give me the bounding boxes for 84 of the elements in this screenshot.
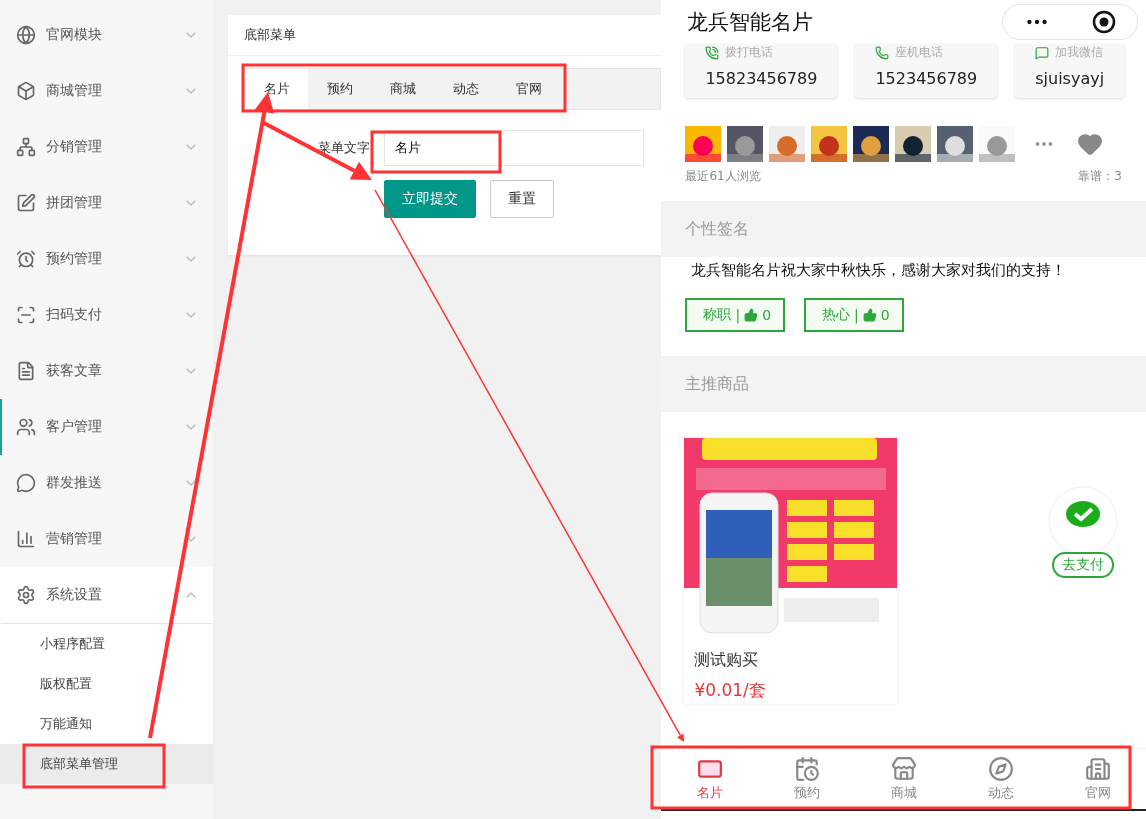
signature-text: 龙兵智能名片祝大家中秋快乐，感谢大家对我们的支持！ [690, 260, 1068, 280]
tab[interactable]: 名片 [245, 69, 309, 109]
sidebar-item[interactable]: 系统设置 [0, 567, 214, 624]
separator: | [735, 307, 741, 323]
contact-label: 拨打电话 [725, 44, 774, 61]
sidebar-label: 系统设置 [46, 586, 103, 604]
building-icon [1084, 756, 1111, 782]
section-heading: 个性签名 [661, 201, 1146, 257]
sidebar-label: 群发推送 [46, 474, 103, 492]
sidebar-label: 官网模块 [46, 26, 103, 44]
app-title: 龙兵智能名片 [687, 9, 814, 36]
rating: 靠谱：3 [1078, 168, 1122, 185]
bottom-tab[interactable]: 名片 [661, 749, 759, 809]
settings-icon [16, 585, 36, 605]
menu-text-field[interactable]: 名片 [384, 130, 645, 166]
square-icon [16, 193, 36, 213]
sidebar-label: 客户管理 [46, 418, 103, 436]
contact-value: 15823456789 [705, 69, 818, 88]
store-icon [890, 756, 917, 782]
document-icon [16, 361, 36, 381]
like-label: 热心 [822, 306, 851, 324]
sidebar-subitem[interactable]: 底部菜单管理 [0, 744, 214, 784]
sidebar-item[interactable]: 获客文章 [0, 343, 214, 399]
tab[interactable]: 预约 [308, 69, 372, 109]
tab[interactable]: 官网 [497, 69, 561, 109]
contact-card[interactable]: 座机电话 1523456789 [855, 44, 998, 98]
sidebar-item[interactable]: 官网模块 [0, 7, 214, 63]
separator: | [854, 307, 859, 323]
sidebar-item[interactable]: 营销管理 [0, 511, 214, 567]
chat-icon [1035, 45, 1050, 60]
sidebar-label: 拼团管理 [46, 194, 103, 212]
sidebar-label: 商城管理 [46, 82, 103, 100]
heart-icon[interactable] [1077, 131, 1104, 157]
sidebar-item[interactable]: 扫码支付 [0, 287, 214, 343]
sidebar-label: 预约管理 [46, 250, 103, 268]
product-name: 测试购买 [693, 649, 760, 671]
sidebar-item[interactable]: 拼团管理 [0, 175, 214, 231]
contact-label: 座机电话 [895, 44, 944, 61]
contact-value: sjuisyayj [1035, 69, 1105, 88]
visitor-count: 最近61人浏览 [685, 168, 761, 185]
users-icon [16, 417, 36, 437]
tab[interactable]: 动态 [434, 69, 498, 109]
like-label: 称职 [703, 306, 732, 324]
sidebar-item[interactable]: 分销管理 [0, 119, 214, 175]
bottom-tab[interactable]: 官网 [1049, 749, 1146, 809]
globe-icon [16, 25, 36, 45]
product-price: ¥0.01/套 [693, 679, 767, 702]
scan-icon [16, 305, 36, 325]
sidebar-subitem[interactable]: 小程序配置 [0, 624, 214, 664]
thumbs-up-icon [744, 308, 759, 322]
chat-icon [16, 473, 36, 493]
calendar-clock-icon [793, 756, 820, 782]
compass-icon [987, 756, 1014, 782]
sidebar-item[interactable]: 群发推送 [0, 455, 214, 511]
sidebar-label: 扫码支付 [46, 306, 103, 324]
sidebar-item[interactable]: 预约管理 [0, 231, 214, 287]
alarm-clock-icon [16, 249, 36, 269]
section-heading: 主推商品 [661, 356, 1146, 412]
sidebar-label: 获客文章 [46, 362, 103, 380]
tab[interactable]: 商城 [371, 69, 435, 109]
network-icon [16, 137, 36, 157]
bottom-tab[interactable]: 动态 [952, 749, 1050, 809]
target-icon[interactable] [1092, 10, 1116, 34]
thumbs-up-icon [862, 308, 877, 322]
contact-label: 加我微信 [1055, 44, 1104, 61]
bottom-tab[interactable]: 预约 [758, 749, 856, 809]
box-icon [16, 81, 36, 101]
card-title: 底部菜单 [228, 15, 662, 56]
reset-button[interactable]: 重置 [490, 180, 555, 218]
phone-icon [705, 45, 720, 60]
sidebar-label: 营销管理 [46, 530, 103, 548]
sidebar-subitem[interactable]: 万能通知 [0, 704, 214, 744]
sidebar-item[interactable]: 客户管理 [0, 399, 214, 455]
contact-card[interactable]: 拨打电话 15823456789 [685, 44, 838, 98]
sidebar-item[interactable]: 商城管理 [0, 63, 214, 119]
chart-icon [16, 529, 36, 549]
telephone-icon [875, 45, 890, 60]
contact-value: 1523456789 [875, 69, 978, 88]
submit-button[interactable]: 立即提交 [384, 180, 477, 218]
sidebar-subitem[interactable]: 版权配置 [0, 664, 214, 704]
sidebar-label: 分销管理 [46, 138, 103, 156]
contact-card[interactable]: 加我微信 sjuisyayj [1015, 44, 1125, 98]
product-card[interactable]: 测试购买 ¥0.01/套 [684, 438, 898, 704]
bottom-tab[interactable]: 商城 [855, 749, 953, 809]
